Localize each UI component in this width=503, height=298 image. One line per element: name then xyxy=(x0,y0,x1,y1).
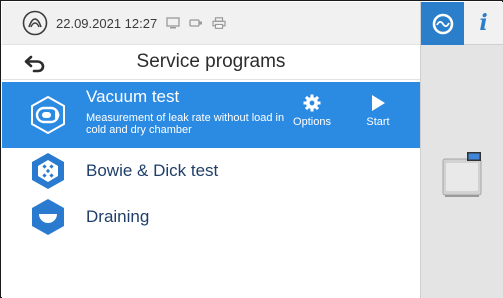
vacuum-test-icon xyxy=(31,96,65,134)
printer-icon xyxy=(212,17,226,29)
options-button[interactable]: Options xyxy=(287,94,337,128)
draining-icon xyxy=(32,199,64,235)
usb-stick-icon xyxy=(189,19,203,27)
status-bar: 22.09.2021 12:27 xyxy=(2,2,420,45)
monitor-icon xyxy=(166,17,180,29)
program-name: Vacuum test xyxy=(86,87,180,106)
program-name: Draining xyxy=(86,207,150,226)
program-bowie-dick-test[interactable]: Bowie & Dick test xyxy=(2,148,420,194)
start-button[interactable]: Start xyxy=(353,94,403,128)
info-icon: i xyxy=(479,10,488,36)
play-icon xyxy=(372,95,385,111)
right-sidebar: i xyxy=(420,2,503,298)
program-name: Bowie & Dick test xyxy=(86,161,219,180)
start-label: Start xyxy=(366,116,390,128)
program-cycle-icon xyxy=(432,13,453,34)
program-vacuum-test[interactable]: Vacuum test Measurement of leak rate wit… xyxy=(2,82,420,148)
program-draining[interactable]: Draining xyxy=(2,194,420,240)
options-label: Options xyxy=(293,116,331,128)
autoclave-image xyxy=(442,152,482,197)
info-button[interactable]: i xyxy=(464,2,503,44)
title-row: Service programs xyxy=(2,45,420,80)
screen-frame: 22.09.2021 12:27 i Service programs Vacu… xyxy=(0,0,503,298)
logo-icon xyxy=(22,10,48,36)
gear-icon xyxy=(303,94,321,112)
bowie-dick-icon xyxy=(32,153,64,189)
program-description: Measurement of leak rate without load in… xyxy=(86,112,285,136)
page-title: Service programs xyxy=(136,51,286,72)
status-datetime: 22.09.2021 12:27 xyxy=(56,15,158,31)
program-menu-button[interactable] xyxy=(421,2,464,45)
main-panel: Service programs Vacuum test Measurement… xyxy=(2,45,420,298)
